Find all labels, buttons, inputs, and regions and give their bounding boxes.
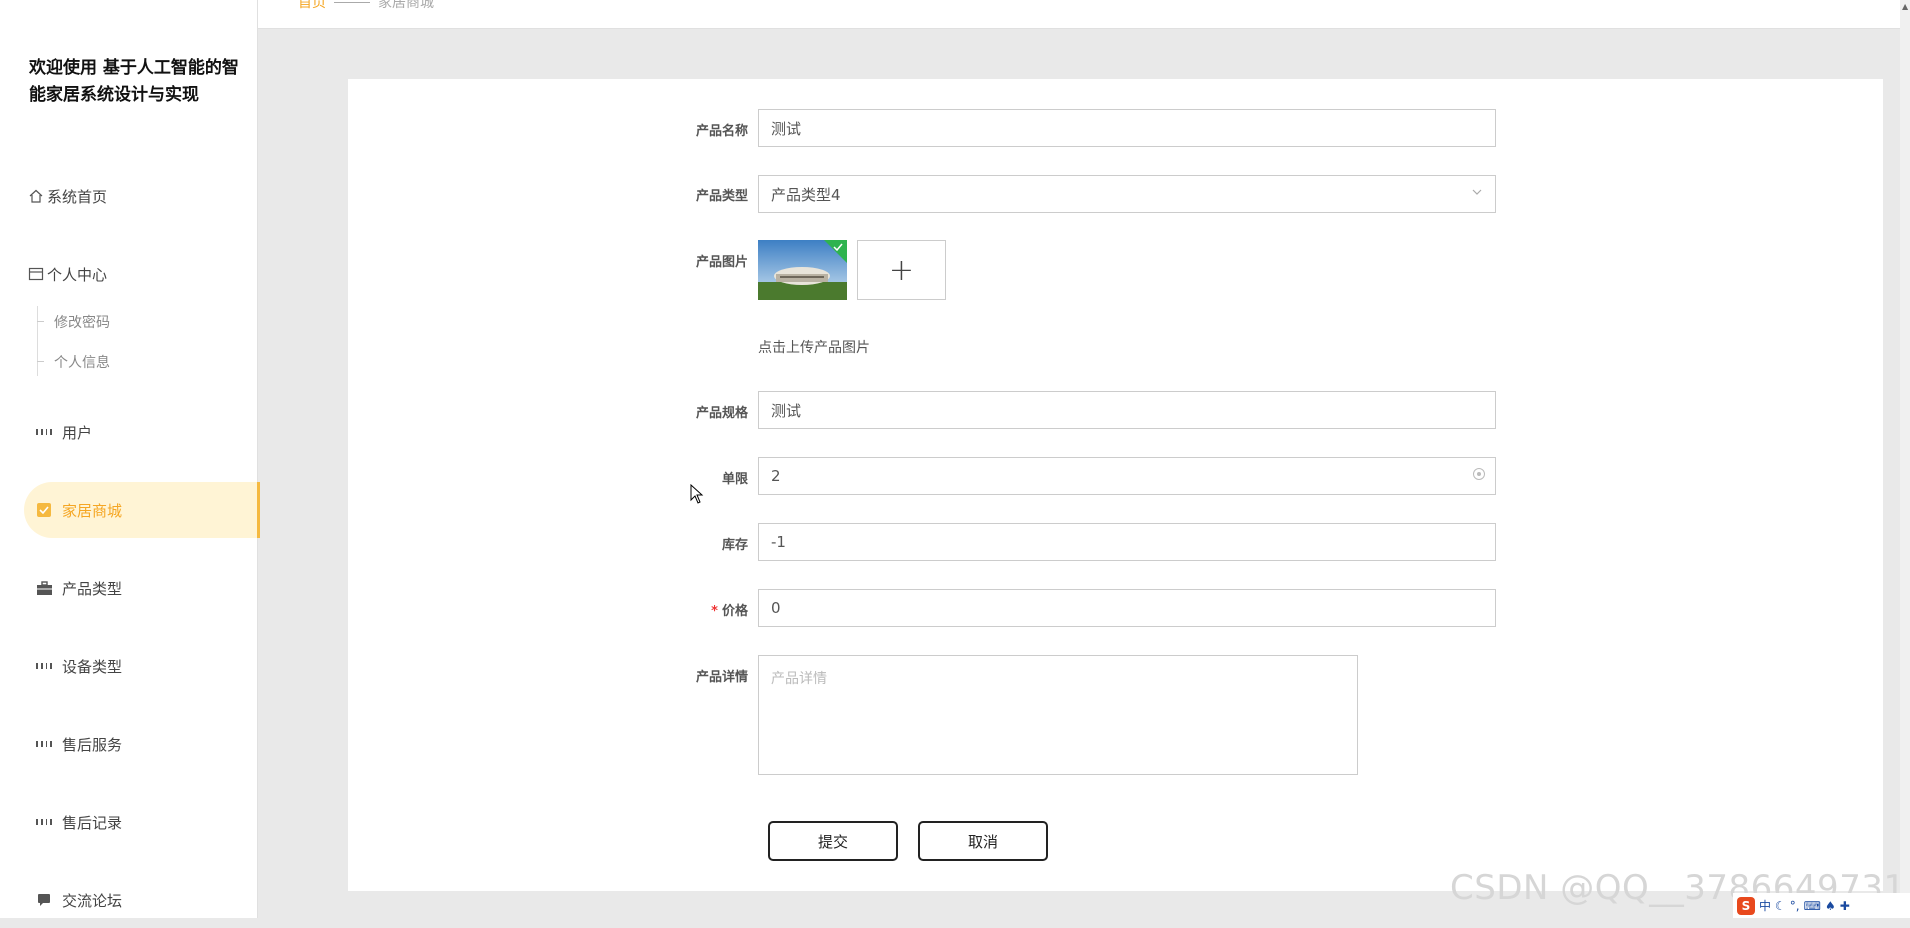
product-type-value: 产品类型4 xyxy=(771,185,841,204)
sidebar-item-after-sales-records[interactable]: 售后记录 xyxy=(0,794,257,850)
sidebar-item-label: 交流论坛 xyxy=(62,891,123,910)
punctuation-icon: °, xyxy=(1789,898,1800,913)
product-name-value: 测试 xyxy=(771,119,802,138)
sidebar-item-label: 产品类型 xyxy=(62,579,123,598)
sidebar-item-product-type[interactable]: 产品类型 xyxy=(0,560,257,616)
scrollbar[interactable]: ▲ xyxy=(1900,0,1910,918)
stock-label: 库存 xyxy=(721,538,748,553)
sidebar: 欢迎使用 基于人工智能的智能家居系统设计与实现 系统首页 个人中心 修改密码 个… xyxy=(0,0,260,918)
product-type-select[interactable]: 产品类型4 xyxy=(758,175,1496,213)
stock-input[interactable]: -1 xyxy=(758,523,1496,561)
grid-icon xyxy=(36,814,52,830)
product-type-label: 产品类型 xyxy=(695,189,748,204)
top-bar: 首页 家居商城 xyxy=(258,0,1910,29)
sidebar-item-forum[interactable]: 交流论坛 xyxy=(0,872,257,928)
card-icon xyxy=(28,266,44,282)
breadcrumb-current: 家居商城 xyxy=(378,0,434,11)
shirt-icon: ♠ xyxy=(1824,898,1836,913)
plus-icon: + xyxy=(888,252,915,288)
app-title: 欢迎使用 基于人工智能的智能家居系统设计与实现 xyxy=(29,58,239,105)
sidebar-item-label: 系统首页 xyxy=(47,187,108,206)
add-image-button[interactable]: + xyxy=(857,240,946,300)
briefcase-icon xyxy=(36,580,52,596)
tools-icon: ✚ xyxy=(1839,898,1850,913)
product-image-label: 产品图片 xyxy=(695,255,748,270)
sidebar-item-change-password[interactable]: 修改密码 xyxy=(37,312,110,332)
detail-label: 产品详情 xyxy=(695,670,748,685)
price-label-text: 价格 xyxy=(721,604,748,619)
price-label: * 价格 xyxy=(348,600,748,619)
chevron-down-icon xyxy=(1471,186,1483,201)
grid-icon xyxy=(36,658,52,674)
breadcrumb-separator xyxy=(334,1,370,3)
product-name-label: 产品名称 xyxy=(695,124,748,139)
sidebar-item-home[interactable]: 系统首页 xyxy=(0,168,257,224)
sidebar-item-label: 家居商城 xyxy=(62,501,123,520)
ime-lang[interactable]: 中 xyxy=(1759,897,1771,914)
checkbox-icon xyxy=(36,502,52,518)
product-image-thumbnail[interactable] xyxy=(758,240,847,300)
keyboard-icon: ⌨ xyxy=(1803,898,1821,913)
moon-icon: ☾ xyxy=(1775,898,1786,913)
sidebar-item-personal-center[interactable]: 个人中心 xyxy=(0,246,257,302)
chat-icon xyxy=(36,892,52,908)
sidebar-item-label: 个人中心 xyxy=(47,265,108,284)
required-mark: * xyxy=(711,604,718,619)
limit-label: 单限 xyxy=(721,472,748,487)
breadcrumb-home[interactable]: 首页 xyxy=(298,0,326,12)
grid-icon xyxy=(36,424,52,440)
grid-icon xyxy=(36,736,52,752)
submit-button[interactable]: 提交 xyxy=(768,821,898,861)
sidebar-item-label: 用户 xyxy=(62,423,93,442)
stock-value: -1 xyxy=(771,533,786,551)
home-icon xyxy=(28,188,44,204)
price-value: 0 xyxy=(771,599,781,617)
sidebar-item-home-mall[interactable]: 家居商城 xyxy=(24,482,260,538)
mouse-cursor-icon xyxy=(690,483,704,508)
product-spec-value: 测试 xyxy=(771,401,802,420)
sogou-icon[interactable]: S xyxy=(1737,896,1755,915)
product-spec-label: 产品规格 xyxy=(695,406,748,421)
sidebar-item-label: 售后服务 xyxy=(62,735,123,754)
clear-icon[interactable] xyxy=(1473,468,1485,480)
cancel-button[interactable]: 取消 xyxy=(918,821,1048,861)
sidebar-item-after-sales-service[interactable]: 售后服务 xyxy=(0,716,257,772)
sidebar-item-users[interactable]: 用户 xyxy=(0,404,257,460)
upload-hint: 点击上传产品图片 xyxy=(758,340,870,356)
limit-value: 2 xyxy=(771,467,781,485)
product-form: 产品名称 测试 产品类型 产品类型4 产品图片 + 点击上传产品图片 产品规格 … xyxy=(348,79,1883,891)
product-name-input[interactable]: 测试 xyxy=(758,109,1496,147)
sidebar-item-personal-info[interactable]: 个人信息 xyxy=(37,352,110,372)
product-spec-input[interactable]: 测试 xyxy=(758,391,1496,429)
scroll-up-icon[interactable]: ▲ xyxy=(1902,2,1908,11)
sidebar-item-label: 售后记录 xyxy=(62,813,123,832)
price-input[interactable]: 0 xyxy=(758,589,1496,627)
limit-input[interactable]: 2 xyxy=(758,457,1496,495)
sidebar-item-label: 设备类型 xyxy=(62,657,123,676)
sidebar-item-device-type[interactable]: 设备类型 xyxy=(0,638,257,694)
detail-textarea[interactable]: 产品详情 xyxy=(758,655,1358,775)
breadcrumb: 首页 家居商城 xyxy=(298,0,434,12)
ime-tray: S 中 ☾ °, ⌨ ♠ ✚ xyxy=(1733,893,1910,918)
